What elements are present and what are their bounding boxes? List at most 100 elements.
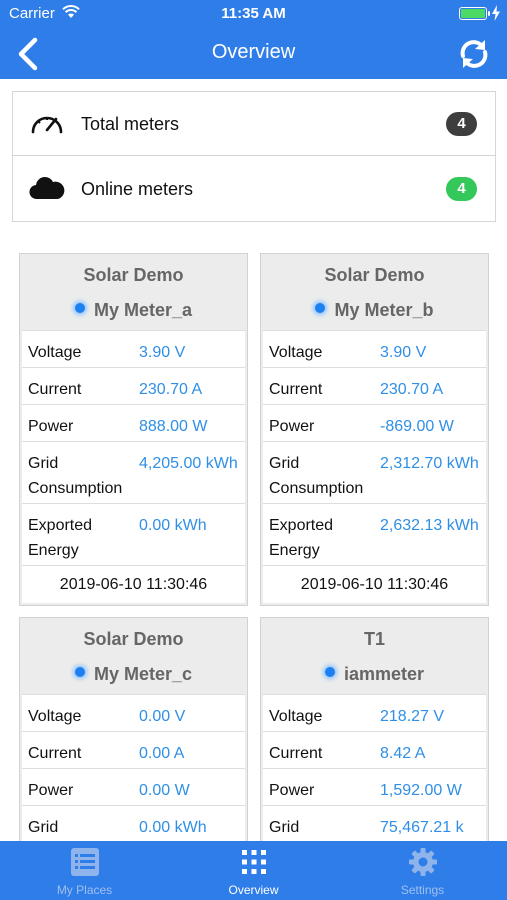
place-name: T1 [363,629,385,649]
row-label: Grid Consumption [269,819,300,836]
cloud-icon [29,177,65,200]
row-label: Voltage [28,708,82,725]
row-value: 0.00 V [139,708,186,725]
row-label: Current [28,745,82,762]
row-label: Power [269,418,315,435]
row-value: 1,592.00 W [380,782,462,799]
meter-card[interactable]: Solar Demo My Meter_b Voltage 3.90 V Curr… [260,253,489,606]
table-row: Voltage 3.90 V [263,330,486,367]
table-row: Voltage 218.27 V [263,694,486,731]
row-label: Current [269,745,323,762]
table-row: Grid Consumption 0.00 kWh [22,805,245,841]
page-title: Overview [211,41,296,63]
row-value: 2,632.13 kWh [380,517,479,534]
meter-name: My Meter_a [93,300,193,320]
tab-settings[interactable]: Settings [338,841,507,900]
table-row: Power 0.00 W [22,768,245,805]
meter-grid: Solar Demo My Meter_a Voltage 3.90 V Curr… [0,253,507,841]
last-updated: 2019-06-10 11:30:46 [263,565,486,603]
row-label: Voltage [269,708,323,725]
row-label: Voltage [269,344,323,361]
table-row: Voltage 3.90 V [22,330,245,367]
table-row: Current 8.42 A [263,731,486,768]
total-meters-badge: 4 [446,112,477,136]
table-row: Current 230.70 A [263,367,486,404]
table-row: Power 1,592.00 W [263,768,486,805]
meter-card[interactable]: Solar Demo My Meter_a Voltage 3.90 V Curr… [19,253,248,606]
row-value: 0.00 A [139,745,185,762]
place-name: Solar Demo [83,265,184,285]
speedometer-icon [31,116,63,134]
tab-my-places[interactable]: My Places [0,841,169,900]
place-name: Solar Demo [324,265,425,285]
row-value: 230.70 A [380,381,444,398]
row-label: Power [28,782,74,799]
battery-icon [459,7,490,20]
online-meters-label: Online meters [81,179,194,199]
online-meters-row[interactable]: Online meters 4 [13,157,495,221]
row-label: Voltage [28,344,82,361]
tab-overview[interactable]: Overview [169,841,338,900]
meter-name-row: My Meter_b [261,294,488,330]
meter-name: My Meter_c [93,664,193,684]
row-value: 888.00 W [139,418,208,435]
total-meters-row[interactable]: Total meters 4 [13,92,495,156]
meter-name: My Meter_b [334,300,434,320]
row-value: 8.42 A [380,745,426,762]
table-row: Current 230.70 A [22,367,245,404]
table-row: Grid Consumption 2,312.70 kWh [263,441,486,503]
meter-card[interactable]: Solar Demo My Meter_c Voltage 0.00 V Curr… [19,617,248,841]
row-value: 230.70 A [139,381,203,398]
meter-name-row: My Meter_c [20,658,247,694]
row-label: Exported Energy [28,517,93,559]
meter-name-row: My Meter_a [20,294,247,330]
status-bar: Carrier 11:35 AM [0,0,507,28]
row-value: -869.00 W [380,418,454,435]
tab-label: Settings [400,883,445,897]
row-label: Exported Energy [269,517,334,559]
row-label: Grid Consumption [28,455,123,497]
grid-icon [242,850,266,874]
row-value: 0.00 W [139,782,190,799]
top-bar: Carrier 11:35 AM Overview [0,0,507,79]
meters-summary: Total meters 4 Online meters 4 [12,91,496,222]
table-row: Exported Energy 0.00 kWh [22,503,245,565]
meter-card[interactable]: T1 iammeter Voltage 218.27 V Current 8.42 … [260,617,489,841]
row-value: 2,312.70 kWh [380,455,479,472]
online-meters-badge: 4 [446,177,477,201]
row-label: Power [269,782,315,799]
row-value: 0.00 kWh [139,819,207,836]
row-label: Grid Consumption [28,819,59,836]
table-row: Power -869.00 W [263,404,486,441]
online-status-dot [74,667,85,677]
table-row: Grid Consumption 75,467.21 k [263,805,486,841]
table-row: Current 0.00 A [22,731,245,768]
row-value: 3.90 V [380,344,427,361]
tab-label: Overview [228,883,279,897]
online-status-dot [315,303,326,313]
row-label: Grid Consumption [269,455,364,497]
table-row: Grid Consumption 4,205.00 kWh [22,441,245,503]
total-meters-label: Total meters [81,114,180,134]
tab-bar: My Places Overview Settings [0,841,507,900]
row-value: 4,205.00 kWh [139,455,238,472]
tab-label: My Places [56,883,113,897]
meter-name-row: iammeter [261,658,488,694]
refresh-icon[interactable] [455,36,493,72]
last-updated: 2019-06-10 11:30:46 [22,565,245,603]
row-label: Current [269,381,323,398]
meter-name: iammeter [343,664,425,684]
row-label: Power [28,418,74,435]
table-row: Voltage 0.00 V [22,694,245,731]
charging-icon [492,5,500,21]
row-value: 0.00 kWh [139,517,207,534]
online-status-dot [74,303,85,313]
row-label: Current [28,381,82,398]
online-status-dot [324,667,335,677]
row-value: 3.90 V [139,344,186,361]
place-name: Solar Demo [83,629,184,649]
row-value: 218.27 V [380,708,445,725]
table-row: Power 888.00 W [22,404,245,441]
gear-icon [409,848,437,876]
table-row: Exported Energy 2,632.13 kWh [263,503,486,565]
